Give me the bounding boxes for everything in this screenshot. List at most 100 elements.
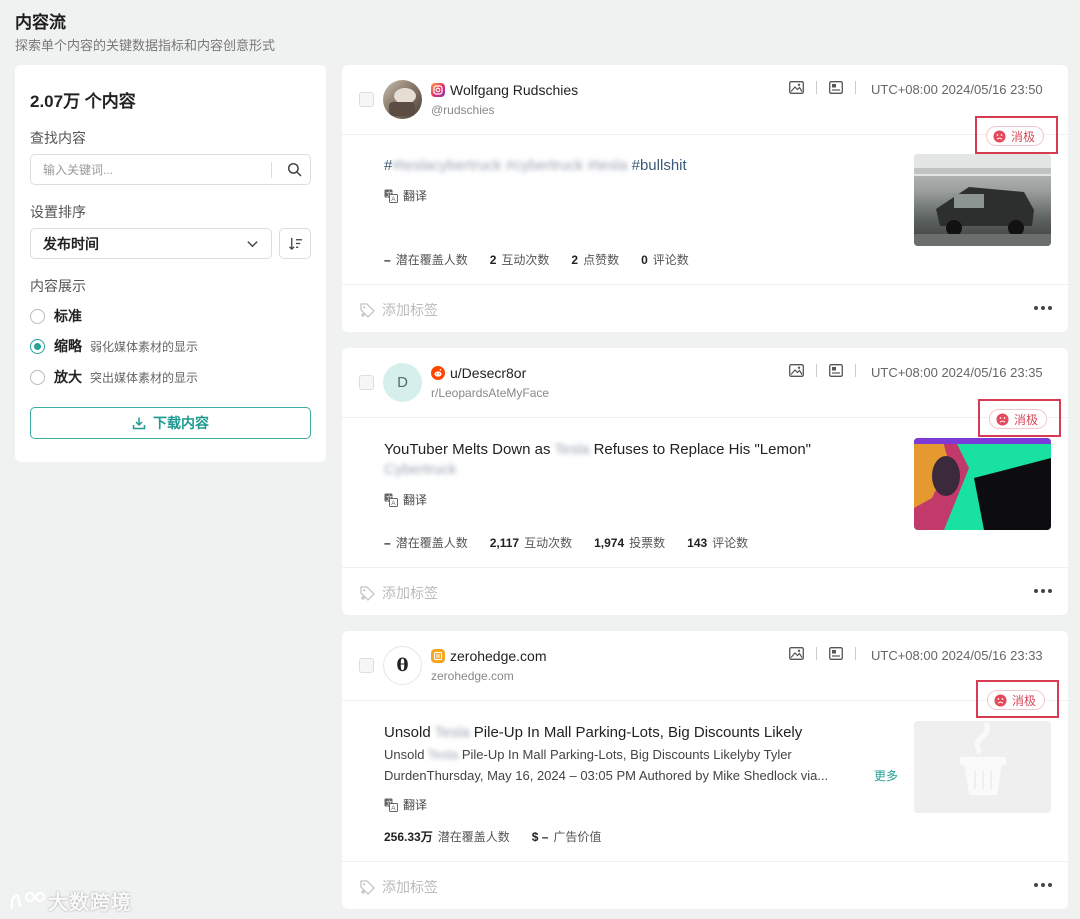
add-tag-button[interactable]: 添加标签 [359, 877, 438, 897]
timestamp: UTC+08:00 2024/05/16 23:50 [871, 82, 1043, 97]
post-title[interactable]: ##teslacybertruck #cybertruck #tesla #bu… [384, 157, 687, 174]
display-option-desc: 弱化媒体素材的显示 [90, 339, 199, 354]
post-metrics: – 潜在覆盖人数 2,117 互动次数 1,974 投票数 143 评论数 [384, 534, 770, 551]
metric-value: $ – [531, 830, 549, 844]
display-option-standard[interactable]: 标准 [30, 306, 82, 326]
metric-label: 评论数 [652, 253, 689, 267]
metric-label: 潜在覆盖人数 [437, 830, 510, 844]
more-options-icon[interactable] [1034, 306, 1055, 310]
display-option-compact[interactable]: 缩略 弱化媒体素材的显示 [30, 336, 198, 356]
translate-icon: 文A [384, 493, 398, 507]
search-button[interactable] [277, 155, 311, 184]
watermark-text: 大数跨境 [48, 892, 132, 914]
blurred-text: Tesla [554, 441, 590, 458]
sentiment-label: 消极 [1012, 693, 1037, 708]
sentiment-highlight: 消极 [978, 399, 1061, 437]
download-content-button[interactable]: 下载内容 [30, 407, 311, 439]
card-header: θ zerohedge.com zerohedge.com UTC+08:00 … [342, 631, 1068, 701]
post-metrics: 256.33万 潜在覆盖人数 $ – 广告价值 [384, 828, 623, 845]
radio-button[interactable] [30, 308, 45, 324]
author-handle: @rudschies [431, 103, 495, 117]
post-thumbnail-placeholder[interactable] [914, 721, 1051, 813]
tag-plus-icon [360, 302, 375, 318]
avatar [383, 80, 422, 119]
watermark-logo-icon [10, 891, 45, 909]
article-icon[interactable] [829, 81, 843, 94]
blurred-text: Tesla [427, 747, 459, 762]
reddit-icon [431, 366, 445, 380]
blurred-text: #teslacybertruck #cybertruck #tesla [392, 157, 628, 174]
news-icon [431, 649, 445, 663]
desc-text: DurdenThursday, May 16, 2024 – 03:05 PM … [384, 768, 829, 783]
metric-votes: 1,974 投票数 [594, 534, 665, 551]
sad-face-icon [994, 693, 1007, 707]
add-tag-label: 添加标签 [382, 302, 438, 318]
page-subtitle: 探索单个内容的关键数据指标和内容创意形式 [15, 38, 276, 53]
select-checkbox[interactable] [359, 92, 374, 107]
image-icon[interactable] [789, 364, 804, 377]
article-icon[interactable] [829, 647, 843, 660]
metric-label: 互动次数 [501, 253, 550, 267]
author-name[interactable]: u/Desecr8or [450, 365, 526, 381]
metric-label: 点赞数 [583, 253, 620, 267]
download-label: 下载内容 [153, 415, 209, 431]
translate-button[interactable]: 文A 翻译 [384, 491, 427, 508]
title-text: Refuses to Replace His "Lemon" [589, 441, 811, 458]
content-card: θ zerohedge.com zerohedge.com UTC+08:00 … [342, 631, 1068, 909]
add-tag-button[interactable]: 添加标签 [359, 583, 438, 603]
avatar: θ [383, 646, 422, 685]
search-icon [287, 162, 301, 177]
sentiment-badge[interactable]: 消极 [989, 409, 1048, 429]
metric-interactions: 2,117 互动次数 [490, 534, 572, 551]
metric-value: – [384, 536, 391, 550]
add-tag-button[interactable]: 添加标签 [359, 300, 438, 320]
chevron-down-icon [247, 241, 258, 248]
image-icon[interactable] [789, 81, 804, 94]
author-name[interactable]: zerohedge.com [450, 648, 547, 664]
post-thumbnail[interactable] [914, 438, 1051, 530]
sentiment-badge[interactable]: 消极 [986, 126, 1045, 146]
image-icon[interactable] [789, 647, 804, 660]
post-title[interactable]: Unsold Tesla Pile-Up In Mall Parking-Lot… [384, 724, 802, 741]
card-footer: 添加标签 [342, 567, 1068, 615]
tag-plus-icon [360, 585, 375, 601]
hashtag[interactable]: #bullshit [627, 157, 687, 174]
timestamp: UTC+08:00 2024/05/16 23:33 [871, 648, 1043, 663]
metric-label: 潜在覆盖人数 [395, 253, 468, 267]
more-options-icon[interactable] [1034, 883, 1055, 887]
translate-label: 翻译 [403, 493, 428, 507]
post-title[interactable]: YouTuber Melts Down as Tesla Refuses to … [384, 441, 811, 458]
download-icon [132, 417, 146, 430]
more-options-icon[interactable] [1034, 589, 1055, 593]
media-type-icons [789, 647, 868, 660]
more-link[interactable]: 更多 [874, 767, 898, 784]
article-icon[interactable] [829, 364, 843, 377]
sentiment-badge[interactable]: 消极 [987, 690, 1046, 710]
radio-button[interactable] [30, 369, 45, 385]
sad-face-icon [996, 412, 1009, 426]
sort-select[interactable]: 发布时间 [30, 228, 272, 259]
sentiment-highlight: 消极 [975, 116, 1058, 154]
add-tag-label: 添加标签 [382, 879, 438, 895]
metric-comments: 143 评论数 [687, 534, 748, 551]
metric-reach: – 潜在覆盖人数 [384, 534, 468, 551]
search-box [30, 154, 311, 185]
select-checkbox[interactable] [359, 375, 374, 390]
select-checkbox[interactable] [359, 658, 374, 673]
post-thumbnail[interactable] [914, 154, 1051, 246]
translate-button[interactable]: 文A 翻译 [384, 796, 427, 813]
radio-button-checked[interactable] [30, 338, 45, 354]
svg-text:A: A [391, 196, 396, 203]
metric-value: 143 [687, 536, 708, 550]
sort-direction-button[interactable] [279, 228, 311, 259]
display-option-desc: 突出媒体素材的显示 [90, 370, 199, 385]
display-option-enlarged[interactable]: 放大 突出媒体素材的显示 [30, 367, 198, 387]
search-input[interactable] [31, 155, 269, 184]
metric-value: 2 [571, 253, 579, 267]
card-header: Wolfgang Rudschies @rudschies UTC+08:00 … [342, 65, 1068, 135]
divider [855, 81, 856, 94]
translate-button[interactable]: 文A 翻译 [384, 187, 427, 204]
title-text: YouTuber Melts Down as [384, 441, 555, 458]
author-name[interactable]: Wolfgang Rudschies [450, 82, 578, 98]
blurred-text: Tesla [434, 724, 470, 741]
